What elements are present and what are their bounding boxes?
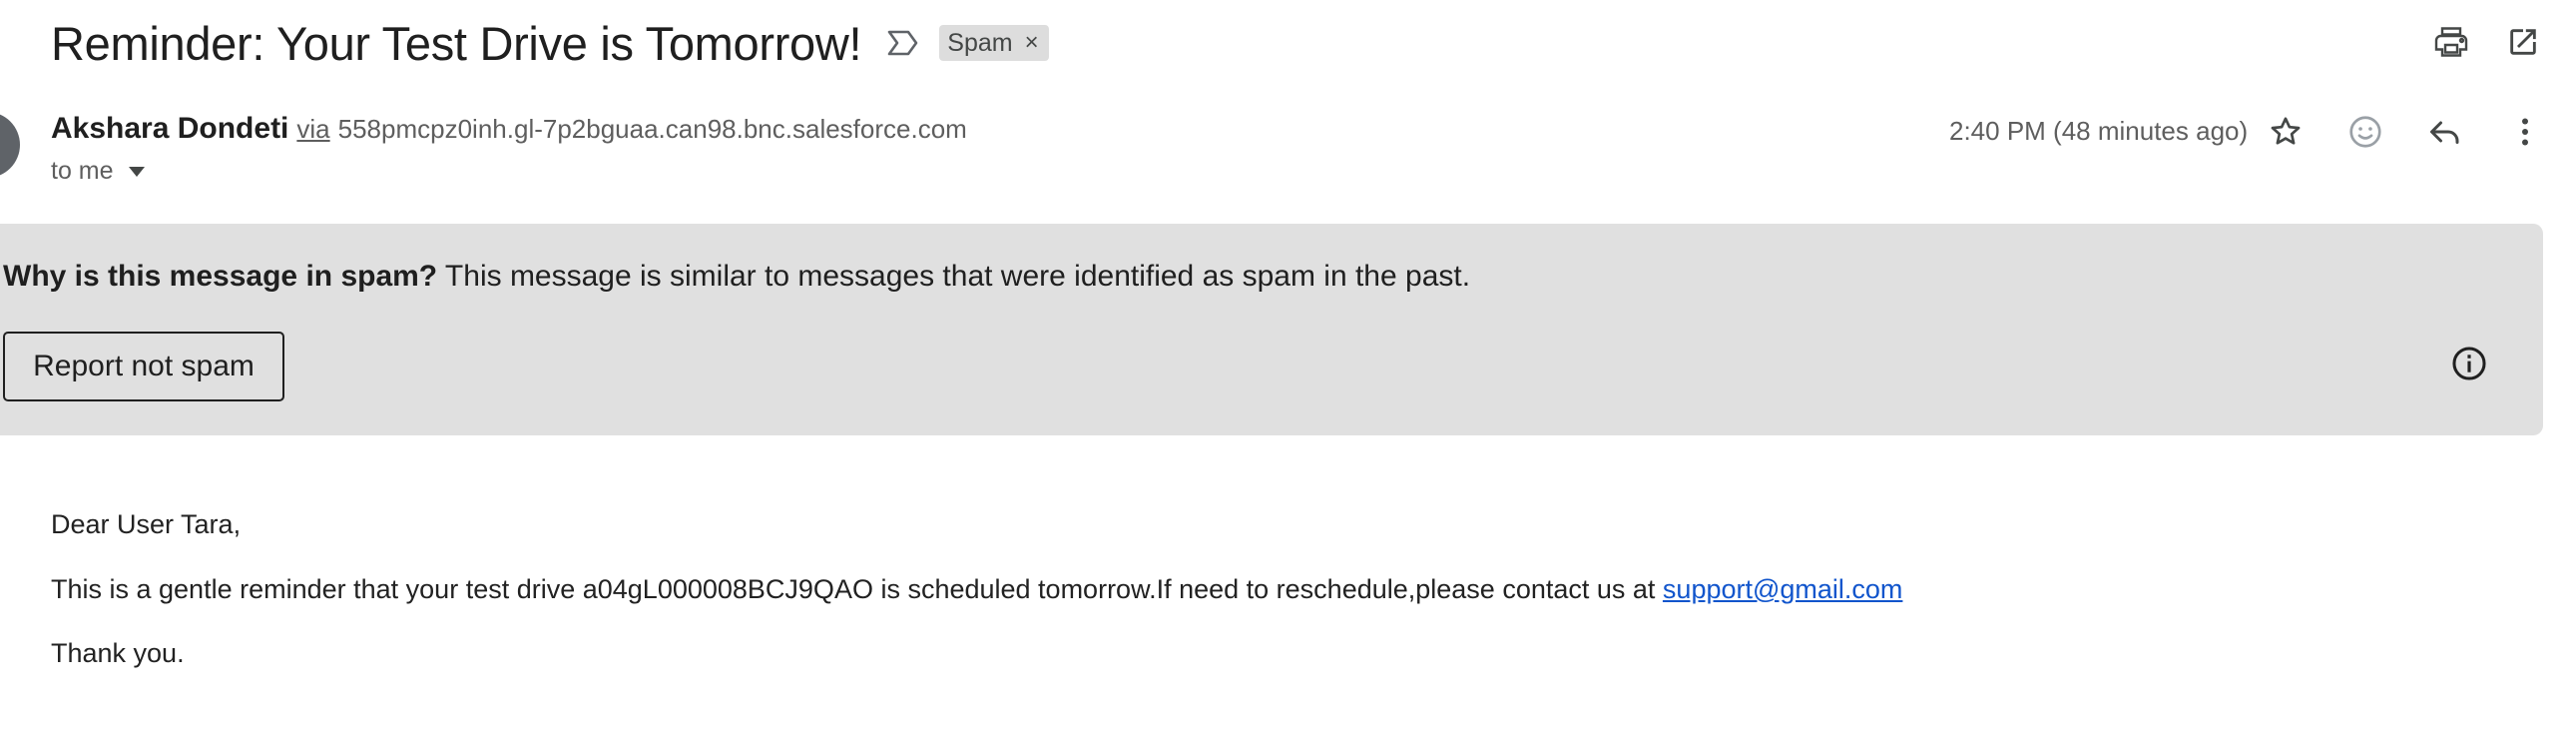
recipient-details-toggle[interactable]: to me: [51, 157, 146, 186]
report-not-spam-button[interactable]: Report not spam: [3, 332, 284, 401]
chevron-down-icon: [128, 166, 145, 177]
print-icon[interactable]: [2431, 22, 2471, 62]
info-icon[interactable]: [2449, 344, 2489, 383]
support-email-link[interactable]: support@gmail.com: [1663, 574, 1903, 604]
reply-icon[interactable]: [2425, 112, 2465, 152]
remove-label-icon[interactable]: ×: [1025, 31, 1039, 55]
sender-via-domain: 558pmcpz0inh.gl-7p2bguaa.can98.bnc.sales…: [337, 114, 967, 144]
more-options-icon[interactable]: [2505, 112, 2545, 152]
message-timestamp: 2:40 PM (48 minutes ago): [1949, 116, 2249, 146]
open-in-new-window-icon[interactable]: [2503, 22, 2543, 62]
spam-reason-text: This message is similar to messages that…: [437, 260, 1471, 293]
email-subject: Reminder: Your Test Drive is Tomorrow!: [51, 16, 862, 70]
spam-label-chip: Spam ×: [939, 25, 1049, 61]
label-chip-text: Spam: [947, 28, 1013, 57]
spam-warning-banner: Why is this message in spam? This messag…: [0, 224, 2543, 435]
star-icon[interactable]: [2266, 112, 2306, 152]
recipient-text: to me: [51, 157, 114, 185]
body-greeting: Dear User Tara,: [51, 509, 242, 539]
subject-row: Reminder: Your Test Drive is Tomorrow! S…: [51, 10, 1049, 76]
emoji-reaction-icon[interactable]: [2345, 112, 2385, 152]
sender-avatar[interactable]: [0, 112, 20, 178]
body-closing: Thank you.: [51, 638, 185, 668]
body-main-text: This is a gentle reminder that your test…: [51, 574, 1663, 604]
body-main-paragraph: This is a gentle reminder that your test…: [51, 574, 1902, 605]
sender-via-link[interactable]: via: [296, 114, 329, 145]
sender-name[interactable]: Akshara Dondeti: [51, 112, 288, 146]
sender-line: Akshara Dondeti via 558pmcpz0inh.gl-7p2b…: [51, 112, 967, 146]
email-view: Reminder: Your Test Drive is Tomorrow! S…: [0, 0, 2576, 736]
spam-reason-title: Why is this message in spam?: [3, 260, 438, 293]
importance-marker-icon[interactable]: [883, 23, 923, 63]
spam-reason: Why is this message in spam? This messag…: [3, 260, 1470, 294]
